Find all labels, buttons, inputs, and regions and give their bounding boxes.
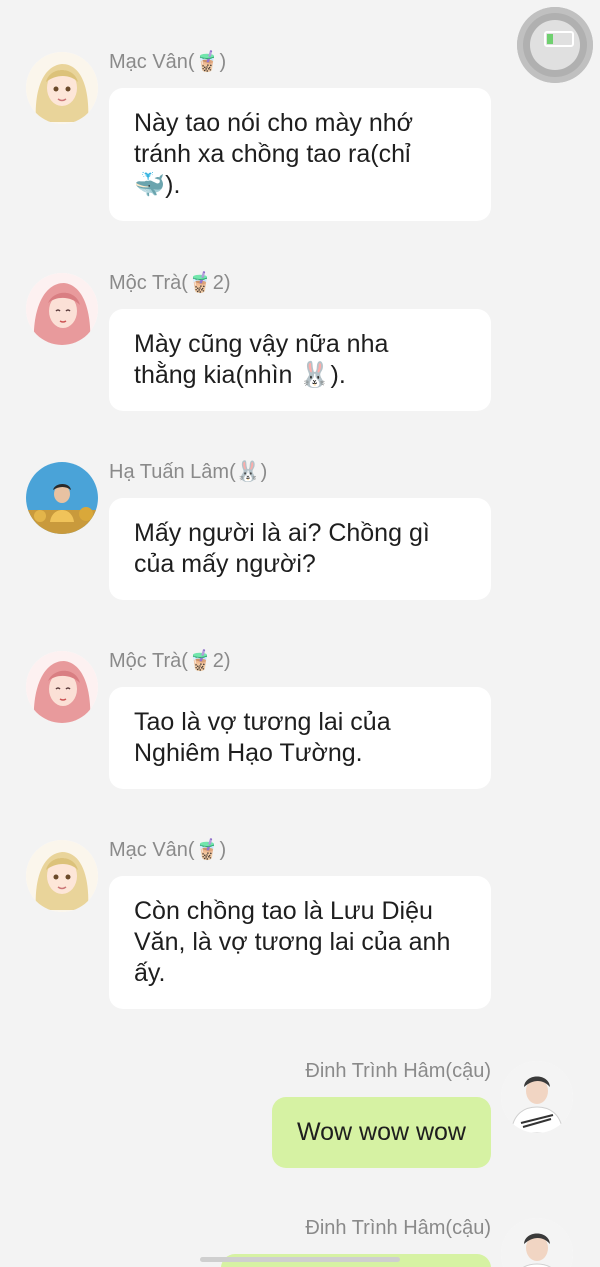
sender-name: Mộc Trà(🧋2): [109, 272, 231, 294]
pink-hair-girl-icon: [26, 651, 98, 723]
message-bubble[interactable]: Còn chồng tao là Lưu Diệu Văn, là vợ tươ…: [109, 876, 491, 1009]
sender-name: Hạ Tuấn Lâm(🐰): [109, 461, 268, 483]
boy-sky-photo-icon: [26, 462, 98, 534]
avatar[interactable]: [26, 273, 98, 345]
boy-white-sweater-icon: [501, 1218, 573, 1267]
sender-name: Mộc Trà(🧋2): [109, 650, 231, 672]
blonde-anime-girl-icon: [26, 840, 98, 912]
avatar[interactable]: [26, 462, 98, 534]
boy-white-sweater-icon: [501, 1061, 573, 1133]
sender-name: Mạc Vân(🧋): [109, 839, 227, 861]
avatar[interactable]: [26, 840, 98, 912]
home-indicator[interactable]: [200, 1257, 400, 1262]
chat-screen: Mạc Vân(🧋) Này tao nói cho mày nhớ tránh…: [0, 0, 600, 1267]
blonde-anime-girl-icon: [26, 52, 98, 124]
avatar[interactable]: [501, 1218, 573, 1267]
sender-name: Đinh Trình Hâm(cậu): [305, 1217, 491, 1239]
sender-name: Mạc Vân(🧋): [109, 51, 227, 73]
message-bubble[interactable]: Wow wow wow: [271, 1097, 491, 1168]
avatar[interactable]: [26, 52, 98, 124]
message-bubble[interactable]: Mày cũng vậy nữa nha thằng kia(nhìn 🐰).: [109, 309, 491, 411]
message-bubble[interactable]: Này tao nói cho mày nhớ tránh xa chồng t…: [109, 88, 491, 221]
message-bubble[interactable]: Tao là vợ tương lai của Nghiêm Hạo Tường…: [109, 687, 491, 789]
pink-hair-girl-icon: [26, 273, 98, 345]
sender-name: Đinh Trình Hâm(cậu): [305, 1060, 491, 1082]
avatar[interactable]: [501, 1061, 573, 1133]
message-bubble[interactable]: Mấy người là ai? Chồng gì của mấy người?: [109, 498, 491, 600]
battery-icon: [544, 31, 574, 47]
avatar[interactable]: [26, 651, 98, 723]
